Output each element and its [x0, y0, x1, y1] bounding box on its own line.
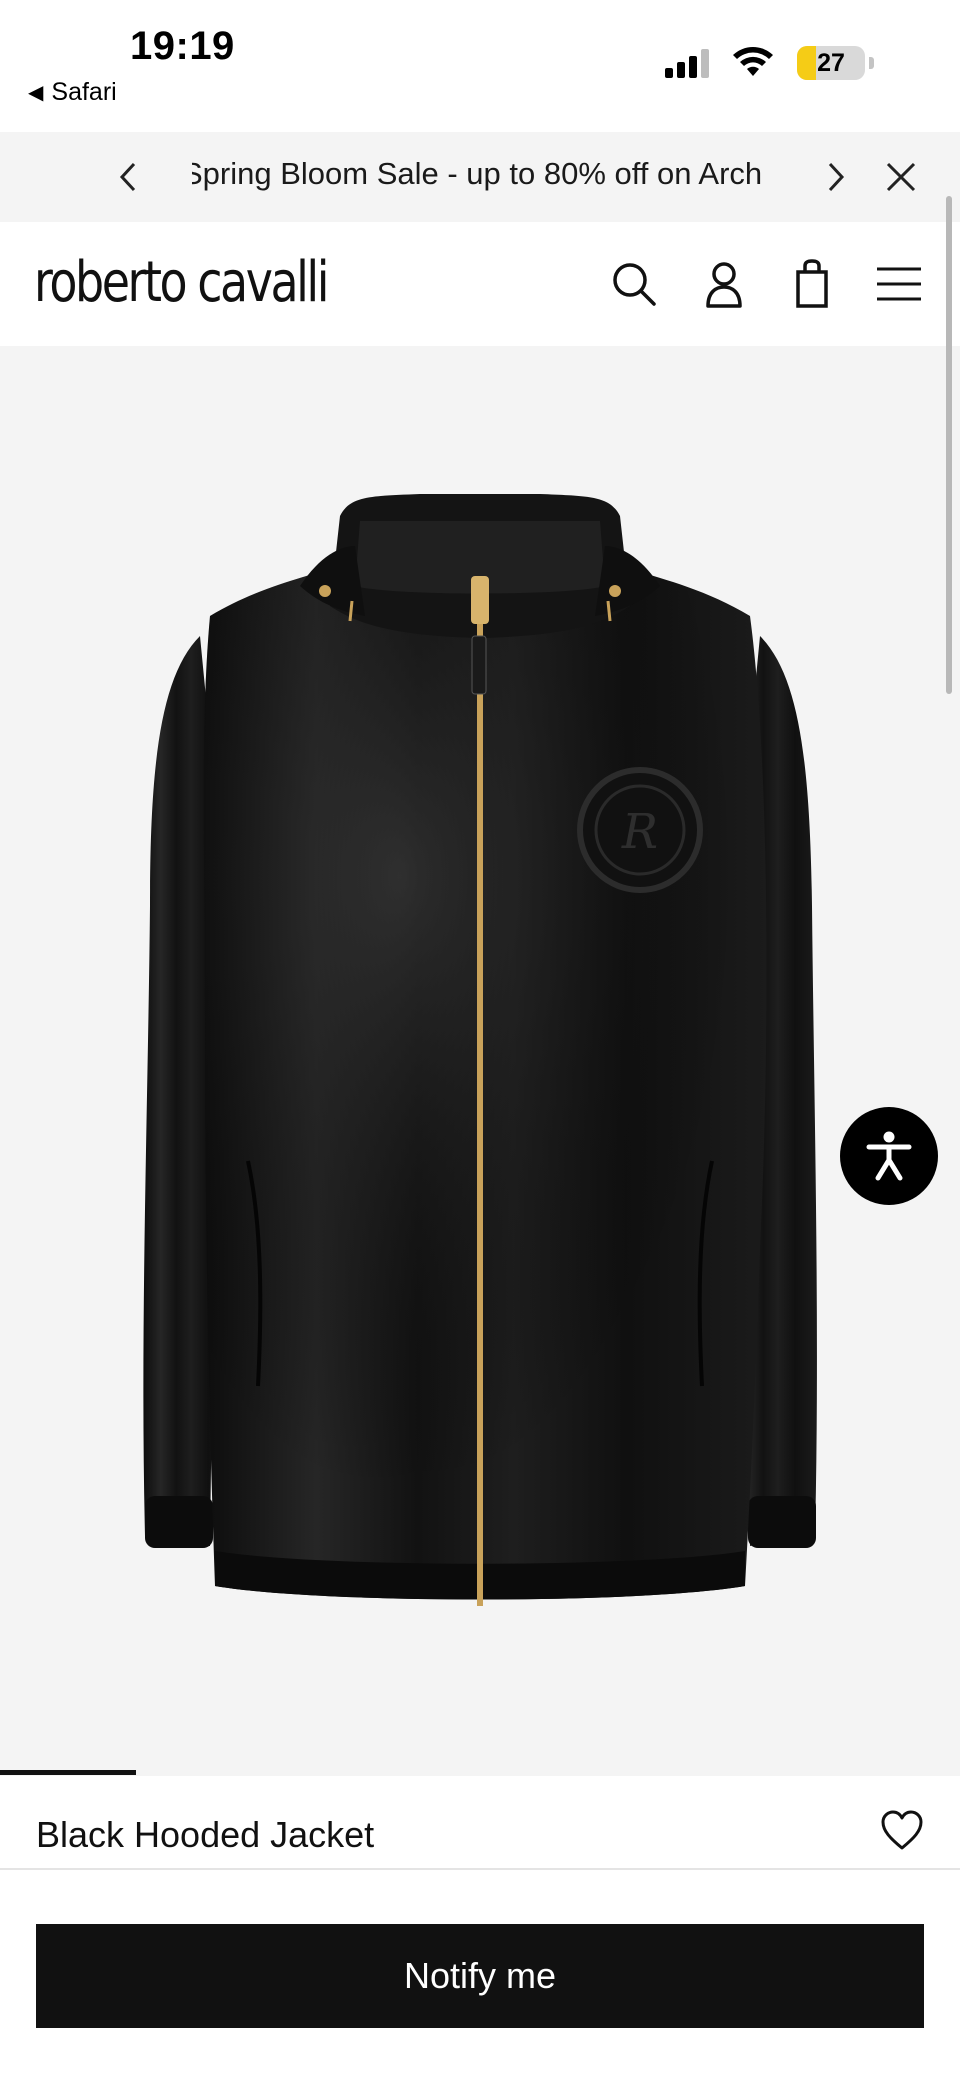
- accessibility-button[interactable]: [840, 1107, 938, 1205]
- heart-icon[interactable]: [878, 1806, 926, 1854]
- promo-marquee[interactable]: Spring Bloom Sale - up to 80% off on Arc…: [192, 132, 764, 222]
- chevron-left-icon[interactable]: [108, 152, 148, 202]
- gallery-progress-indicator: [0, 1770, 136, 1775]
- chevron-right-icon[interactable]: [816, 152, 856, 202]
- divider: [0, 1868, 960, 1870]
- accessibility-icon: [866, 1131, 912, 1181]
- battery-tip: [869, 57, 874, 69]
- back-app-label: Safari: [51, 78, 117, 106]
- product-image[interactable]: R: [0, 346, 960, 1776]
- close-icon[interactable]: [876, 152, 926, 202]
- status-indicators: 27: [665, 46, 874, 80]
- product-title: Black Hooded Jacket: [36, 1814, 375, 1855]
- svg-text:R: R: [621, 804, 658, 860]
- menu-icon[interactable]: [874, 256, 924, 312]
- notify-me-button[interactable]: Notify me: [36, 1924, 924, 2028]
- page-scrollbar[interactable]: [946, 196, 952, 694]
- cellular-signal-icon: [665, 48, 709, 78]
- status-time: 19:19: [130, 24, 235, 68]
- site-header: roberto cavalli: [0, 222, 960, 346]
- back-triangle-icon: ◀: [28, 82, 44, 104]
- promo-text: Spring Bloom Sale - up to 80% off on Arc…: [192, 156, 764, 191]
- promo-banner: Spring Bloom Sale - up to 80% off on Arc…: [0, 132, 960, 222]
- wifi-icon: [733, 47, 773, 76]
- search-icon[interactable]: [606, 256, 662, 312]
- bag-icon[interactable]: [784, 256, 840, 312]
- back-to-app[interactable]: ◀ Safari: [28, 78, 117, 107]
- brand-logo[interactable]: roberto cavalli: [34, 250, 329, 315]
- status-bar: 19:19 ◀ Safari 27: [0, 0, 960, 132]
- battery-level: 27: [817, 49, 845, 77]
- jacket-illustration: R: [143, 494, 817, 1606]
- battery-icon: 27: [797, 46, 865, 80]
- account-icon[interactable]: [696, 256, 752, 312]
